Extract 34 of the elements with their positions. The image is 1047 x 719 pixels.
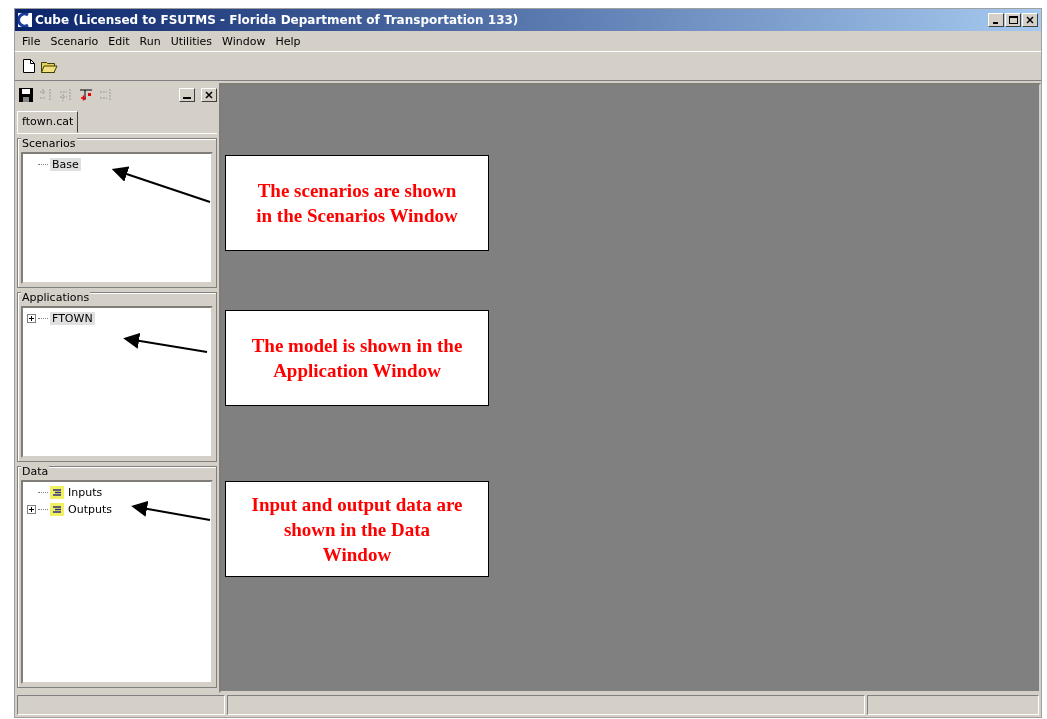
close-icon xyxy=(205,91,213,99)
minimize-button[interactable] xyxy=(988,13,1004,27)
tree-item[interactable]: Base xyxy=(50,158,81,171)
group-title: Data xyxy=(21,465,50,478)
menu-item[interactable]: Window xyxy=(217,34,271,48)
close-button[interactable] xyxy=(1022,13,1038,27)
menu-item[interactable]: Scenario xyxy=(45,34,104,48)
save-icon[interactable] xyxy=(19,88,33,102)
group-title: Applications xyxy=(21,291,91,304)
new-file-icon[interactable] xyxy=(23,59,35,73)
callout-text: The model is shown in the Application Window xyxy=(225,310,489,406)
menu-item[interactable]: Edit xyxy=(103,34,135,48)
expand-icon[interactable] xyxy=(27,505,36,514)
callout-text: Input and output data are shown in the Data Window xyxy=(225,481,489,577)
callout-text: The scenarios are shown in the Scenarios Window xyxy=(225,155,489,251)
cube-logo-icon xyxy=(18,13,32,27)
maximize-button[interactable] xyxy=(1005,13,1021,27)
group-title: Scenarios xyxy=(21,137,77,150)
window-title: Cube (Licensed to FSUTMS - Florida Department of Transportation 133) xyxy=(35,13,520,27)
minimize-button[interactable] xyxy=(179,88,195,102)
close-button[interactable] xyxy=(201,88,217,102)
maximize-icon xyxy=(1008,16,1018,24)
menu-item[interactable]: File xyxy=(17,34,46,48)
menu-item[interactable]: Run xyxy=(134,34,166,48)
close-icon xyxy=(1026,16,1034,24)
expand-icon[interactable] xyxy=(27,314,36,323)
tree-item[interactable]: Outputs xyxy=(66,503,114,516)
menu-item[interactable]: Help xyxy=(270,34,306,48)
tree-item[interactable]: FTOWN xyxy=(50,312,95,325)
tree-item[interactable]: Inputs xyxy=(66,486,105,499)
menu-item[interactable]: Utilities xyxy=(165,34,218,48)
catalog-tab[interactable]: ftown.cat xyxy=(17,111,79,133)
folder-icon[interactable] xyxy=(41,59,58,73)
tree-edit-icon[interactable] xyxy=(79,88,93,102)
